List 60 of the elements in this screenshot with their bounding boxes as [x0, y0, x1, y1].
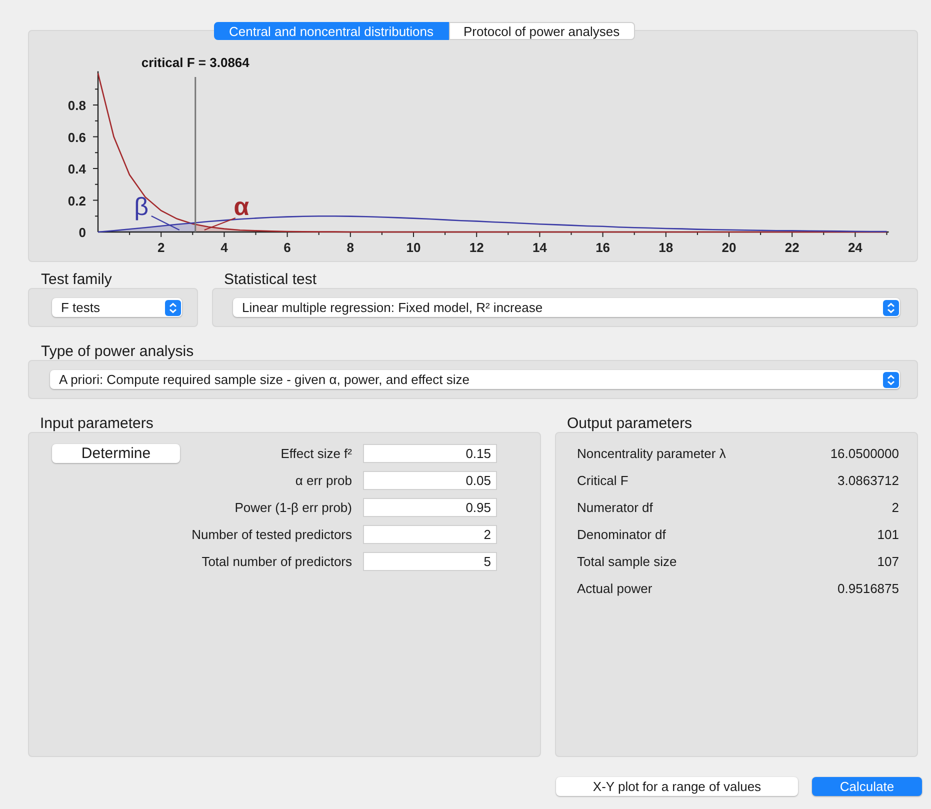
output-value: 16.0500000 [830, 444, 899, 463]
output-value: 2 [892, 498, 899, 517]
field-label: Power (1-β err prob) [234, 498, 352, 517]
annotation-label: β [134, 193, 149, 221]
tick-label: 2 [157, 240, 165, 255]
output-value: 3.0863712 [838, 472, 899, 490]
tab[interactable]: Protocol of power analyses [448, 22, 635, 40]
tick-label: 18 [658, 240, 674, 255]
tick-label: 24 [848, 240, 862, 255]
input-field[interactable]: 2 [363, 525, 497, 544]
tick-label: 0 [78, 225, 86, 240]
output-label: Critical F [577, 472, 628, 490]
annotation-label: α [234, 193, 250, 221]
tick-label: 8 [346, 240, 354, 255]
output-label: Denominator df [577, 526, 666, 544]
output-label: Total sample size [577, 552, 677, 571]
section-label: Test family [41, 272, 113, 288]
statistical-test-select[interactable]: Linear multiple regression: Fixed model, R² increase [233, 298, 900, 317]
field-label: Effect size f² [280, 444, 352, 463]
input-field[interactable]: 0.15 [363, 444, 497, 463]
stepper-icon [883, 372, 899, 388]
leader-line [204, 217, 236, 231]
tab[interactable]: Central and noncentral distributions [214, 22, 449, 40]
calculate-button[interactable]: Calculate [812, 777, 922, 796]
tick-label: 4 [220, 240, 228, 255]
output-value: 107 [877, 552, 899, 571]
tick-label: 14 [532, 240, 547, 255]
tick-label: 6 [284, 240, 291, 255]
tick-label: 22 [784, 240, 800, 255]
tick-label: 0.6 [68, 130, 86, 145]
field-label: α err prob [295, 472, 352, 490]
output-value: 101 [877, 526, 899, 544]
output-value: 0.9516875 [838, 580, 899, 598]
field-label: Number of tested predictors [192, 526, 352, 544]
plot-button[interactable]: X-Y plot for a range of values [556, 777, 798, 796]
output-label: Noncentrality parameter λ [577, 444, 726, 463]
input-field[interactable]: 0.05 [363, 471, 497, 490]
output-label: Actual power [577, 580, 652, 598]
input-field[interactable]: 0.95 [363, 498, 497, 517]
output-label: Numerator df [577, 498, 653, 517]
field-label: Total number of predictors [202, 552, 352, 571]
tick-label: 0.8 [68, 98, 86, 113]
section-label: Output parameters [567, 416, 694, 432]
stepper-icon [165, 300, 181, 316]
tick-label: 20 [722, 240, 736, 255]
determine-button[interactable]: Determine [52, 444, 180, 463]
stepper-icon [883, 300, 899, 316]
test-family-select[interactable]: F tests [52, 298, 182, 317]
input-field[interactable]: 5 [363, 552, 497, 571]
section-label: Type of power analysis [41, 344, 195, 360]
leader-line [151, 215, 180, 231]
critical-value-label: critical F = 3.0864 [141, 55, 250, 70]
tick-label: 0.2 [68, 193, 86, 208]
section-label: Statistical test [224, 272, 318, 288]
tick-label: 0.4 [68, 162, 86, 176]
tick-label: 12 [469, 240, 484, 255]
tick-label: 10 [406, 240, 421, 255]
power-analysis-type-select[interactable]: A priori: Compute required sample size - given α, power, and effect size [50, 370, 900, 389]
section-label: Input parameters [40, 416, 154, 432]
tick-label: 16 [596, 240, 610, 255]
